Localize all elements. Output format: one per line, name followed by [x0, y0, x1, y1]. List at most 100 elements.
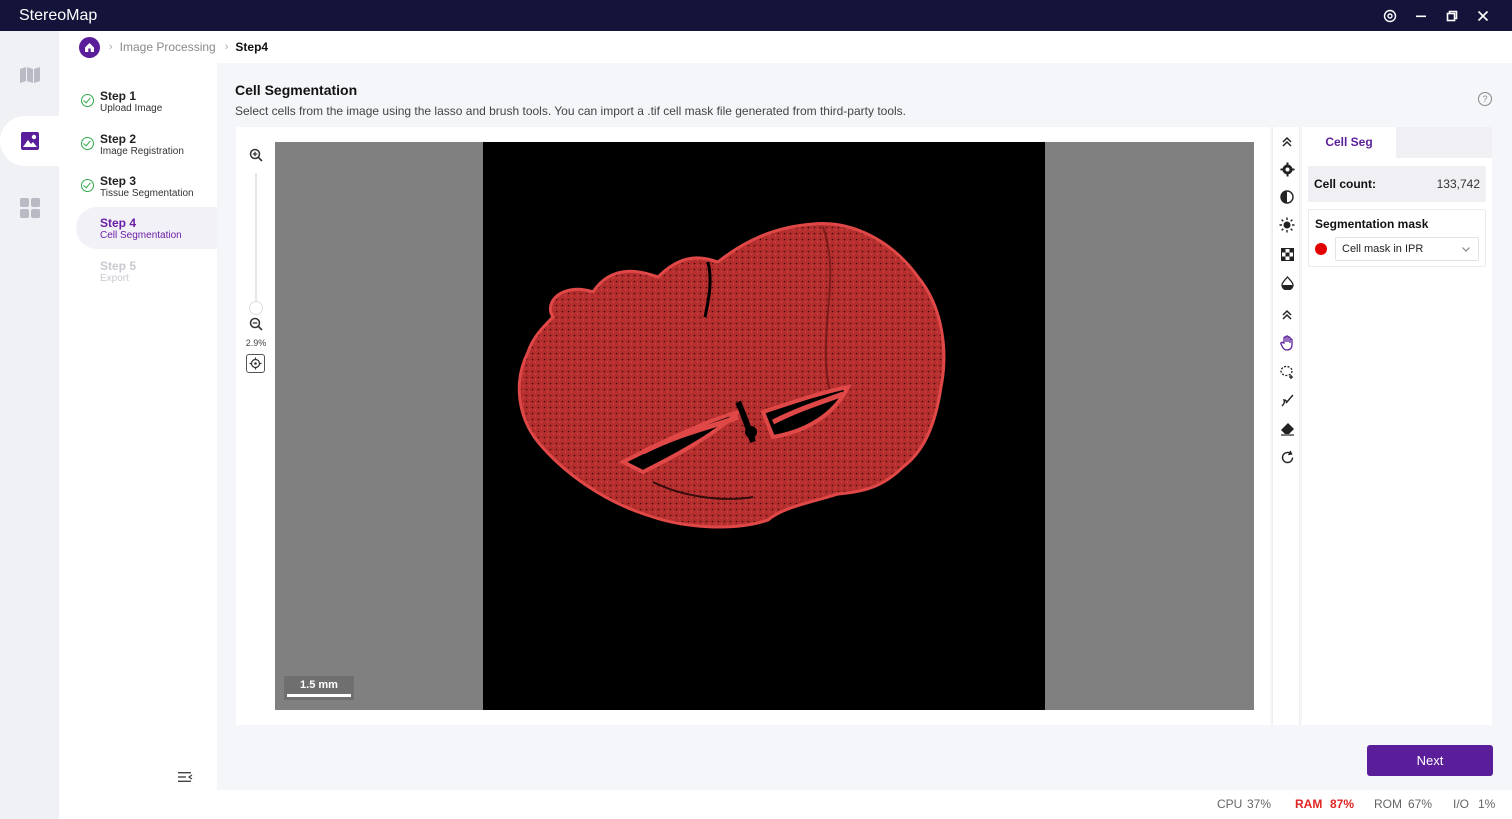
io-label: I/O	[1453, 797, 1470, 811]
panel-tabs: Cell Seg	[1302, 127, 1492, 158]
opacity-icon	[1280, 276, 1294, 290]
eraser-icon	[1280, 423, 1294, 436]
page-description: Select cells from the image using the la…	[235, 104, 906, 118]
target-icon	[249, 357, 262, 370]
gear-icon	[1280, 162, 1294, 176]
step-subtitle: Upload Image	[100, 103, 163, 114]
eraser-tool-button[interactable]	[1277, 419, 1297, 439]
tissue-section	[517, 222, 946, 529]
close-icon[interactable]	[1467, 0, 1498, 31]
step-item-1[interactable]: Step 1 Upload Image	[76, 80, 217, 122]
step-subtitle: Image Registration	[100, 146, 184, 157]
lasso-icon	[1279, 365, 1293, 379]
cpu-value: 37%	[1247, 797, 1272, 811]
home-button[interactable]	[79, 36, 100, 58]
cell-count-value: 133,742	[1436, 177, 1480, 191]
image-viewport[interactable]: 1.5 mm	[275, 142, 1254, 710]
segmentation-mask-select[interactable]: Cell mask in IPR	[1335, 237, 1479, 261]
zoom-in-icon	[249, 148, 263, 162]
zoom-slider-handle[interactable]	[249, 301, 263, 315]
settings-icon[interactable]	[1374, 0, 1405, 31]
mask-color-swatch[interactable]	[1315, 243, 1327, 255]
breadcrumb: › Image Processing › Step4	[59, 31, 1512, 63]
io-value: 1%	[1478, 797, 1496, 811]
window-controls	[1374, 0, 1498, 31]
ram-value: 87%	[1330, 797, 1355, 811]
breadcrumb-current: Step4	[235, 40, 269, 54]
zoom-out-icon	[249, 317, 263, 331]
grid-icon	[19, 198, 40, 218]
title-bar: StereoMap	[0, 0, 1512, 31]
image-settings-button[interactable]	[1277, 159, 1297, 179]
step-item-4[interactable]: Step 4 Cell Segmentation	[76, 207, 217, 249]
segmentation-mask-section: Segmentation mask Cell mask in IPR	[1308, 209, 1486, 267]
zoom-slider-track[interactable]	[255, 173, 257, 309]
step-item-2[interactable]: Step 2 Image Registration	[76, 123, 217, 165]
check-circle-icon	[81, 179, 94, 192]
opacity-button[interactable]	[1277, 273, 1297, 293]
step-subtitle: Tissue Segmentation	[100, 188, 194, 199]
pan-tool-button[interactable]	[1277, 333, 1297, 353]
chevron-right-icon: ›	[109, 41, 113, 53]
segmentation-mask-value: Cell mask in IPR	[1342, 243, 1424, 255]
redo-button[interactable]	[1277, 447, 1297, 467]
chevron-down-icon	[1462, 247, 1470, 252]
scale-bar: 1.5 mm	[284, 676, 354, 700]
step-title: Step 1	[100, 89, 137, 103]
step-item-3[interactable]: Step 3 Tissue Segmentation	[76, 165, 217, 207]
zoom-level: 2.9%	[245, 338, 267, 348]
rail-item-image-processing[interactable]	[0, 116, 59, 166]
minimize-icon[interactable]	[1405, 0, 1436, 31]
breadcrumb-image-processing[interactable]: Image Processing	[120, 40, 216, 54]
tool-column	[1272, 127, 1300, 725]
home-icon	[85, 42, 94, 52]
page-title: Cell Segmentation	[235, 82, 358, 98]
cpu-label: CPU	[1217, 797, 1243, 811]
steps-sidebar: Step 1 Upload Image Step 2 Image Registr…	[59, 63, 217, 819]
check-circle-icon	[81, 94, 94, 107]
collapse-edit-tools-button[interactable]	[1277, 305, 1297, 325]
brush-tool-button[interactable]	[1277, 390, 1297, 410]
brush-icon	[1280, 394, 1294, 406]
step-title: Step 3	[100, 174, 137, 188]
rail-item-map[interactable]	[0, 50, 59, 100]
contrast-icon	[1280, 190, 1294, 204]
step-subtitle: Export	[100, 273, 129, 284]
restore-icon[interactable]	[1436, 0, 1467, 31]
brightness-icon	[1279, 217, 1295, 233]
contrast-button[interactable]	[1277, 187, 1297, 207]
chevron-right-icon: ›	[224, 41, 229, 53]
zoom-out-button[interactable]	[246, 314, 266, 334]
segmentation-mask-title: Segmentation mask	[1315, 217, 1429, 231]
step-subtitle: Cell Segmentation	[100, 230, 182, 241]
zoom-in-button[interactable]	[246, 145, 266, 165]
step-title: Step 2	[100, 132, 137, 146]
status-bar: CPU 37% RAM 87% ROM 67% I/O 1%	[217, 790, 1512, 819]
zoom-controls: 2.9%	[242, 145, 270, 385]
next-button[interactable]: Next	[1367, 745, 1493, 776]
brightness-button[interactable]	[1277, 215, 1297, 235]
step-title: Step 5	[100, 259, 137, 273]
rom-value: 67%	[1408, 797, 1433, 811]
lasso-tool-button[interactable]	[1277, 362, 1297, 382]
checker-button[interactable]	[1277, 244, 1297, 264]
rail-item-apps[interactable]	[0, 183, 59, 233]
help-icon[interactable]: ?	[1478, 92, 1492, 106]
cell-count-label: Cell count:	[1314, 177, 1376, 191]
step-title: Step 4	[100, 216, 137, 230]
step-item-5: Step 5 Export	[76, 250, 217, 292]
cell-count-row: Cell count: 133,742	[1308, 166, 1486, 202]
image-icon	[20, 132, 39, 150]
collapse-menu-icon	[178, 772, 193, 782]
double-chevron-up-icon	[1282, 309, 1292, 320]
collapse-sidebar-button[interactable]	[177, 770, 197, 788]
tissue-image	[483, 142, 1045, 710]
ram-label: RAM	[1295, 797, 1323, 811]
map-icon	[19, 67, 40, 83]
scale-bar-line	[287, 694, 351, 697]
properties-panel: Cell Seg Cell count: 133,742 Segmentatio…	[1302, 127, 1492, 725]
tab-cell-seg[interactable]: Cell Seg	[1302, 127, 1396, 158]
fit-to-view-button[interactable]	[246, 354, 265, 373]
scale-bar-label: 1.5 mm	[300, 679, 338, 691]
collapse-view-tools-button[interactable]	[1277, 132, 1297, 152]
